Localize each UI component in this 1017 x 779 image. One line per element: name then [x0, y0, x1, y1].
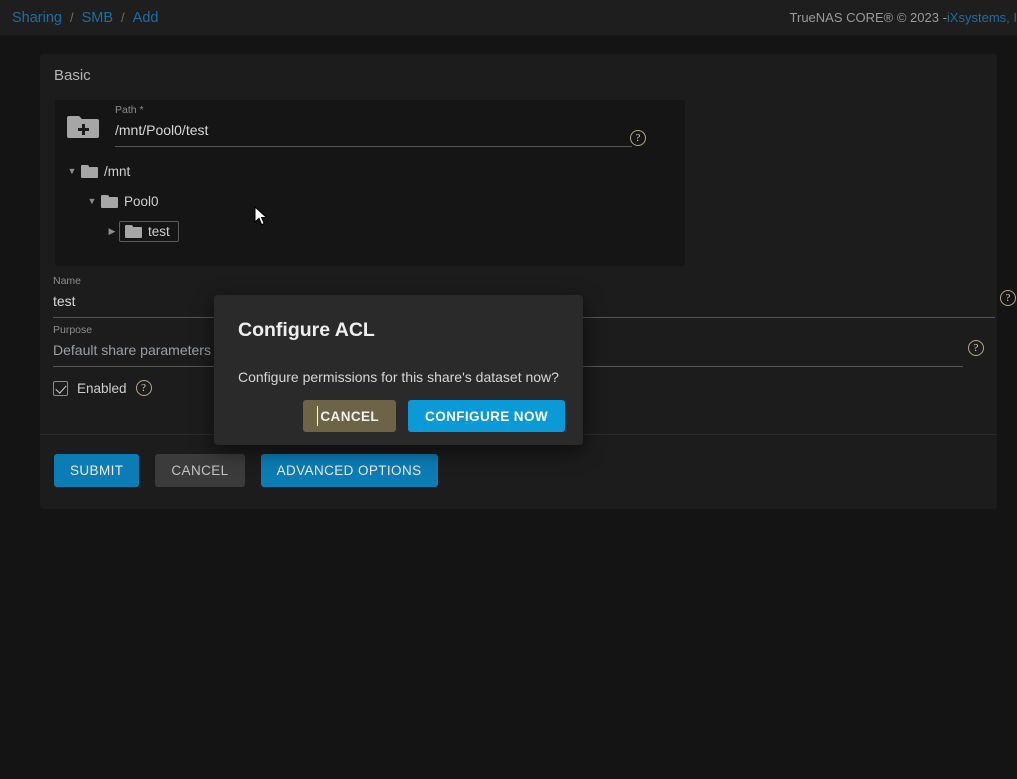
breadcrumb-item-smb[interactable]: SMB [82, 10, 113, 26]
text-caret [317, 406, 318, 426]
mouse-cursor [254, 206, 270, 233]
folder-icon [125, 225, 142, 238]
cancel-button[interactable]: CANCEL [155, 454, 244, 487]
advanced-options-button[interactable]: ADVANCED OPTIONS [261, 454, 438, 487]
directory-tree: ▼ /mnt ▼ Pool0 ▶ test [55, 159, 685, 243]
tree-node-mnt[interactable]: ▼ /mnt [55, 159, 685, 183]
path-field-label: Path * [115, 103, 632, 117]
dialog-actions: CANCEL CONFIGURE NOW [303, 400, 565, 432]
folder-icon [101, 195, 118, 208]
dialog-title: Configure ACL [238, 319, 375, 342]
tree-node-label: Pool0 [124, 194, 159, 209]
create-new-folder-icon[interactable] [67, 112, 99, 140]
path-explorer-block: Path * /mnt/Pool0/test ? ▼ /mnt ▼ Pool0 [55, 100, 685, 266]
purpose-help-icon[interactable]: ? [968, 340, 984, 356]
top-bar: Sharing / SMB / Add TrueNAS CORE® © 2023… [0, 0, 1017, 35]
submit-button[interactable]: SUBMIT [54, 454, 139, 487]
chevron-right-icon[interactable]: ▶ [105, 226, 119, 237]
path-field[interactable]: Path * /mnt/Pool0/test [115, 103, 632, 147]
copyright-vendor-link[interactable]: iXsystems, I [947, 10, 1017, 25]
folder-icon [81, 165, 98, 178]
tree-node-label: test [148, 224, 170, 239]
breadcrumb-item-sharing[interactable]: Sharing [12, 10, 62, 26]
path-field-underline [115, 146, 632, 147]
dialog-cancel-button[interactable]: CANCEL [303, 400, 396, 432]
dialog-configure-now-button[interactable]: CONFIGURE NOW [408, 400, 565, 432]
breadcrumb-separator: / [113, 10, 133, 25]
tree-node-test[interactable]: ▶ test [55, 219, 685, 243]
enabled-checkbox-label: Enabled [77, 381, 127, 396]
breadcrumb: Sharing / SMB / Add [12, 0, 158, 35]
copyright-notice: TrueNAS CORE® © 2023 - iXsystems, I [790, 0, 1017, 35]
tree-node-pool0[interactable]: ▼ Pool0 [55, 189, 685, 213]
enabled-help-icon[interactable]: ? [136, 380, 152, 396]
enabled-checkbox-row[interactable]: Enabled ? [53, 380, 152, 396]
chevron-down-icon[interactable]: ▼ [85, 196, 99, 206]
enabled-checkbox[interactable] [53, 381, 68, 396]
dialog-message: Configure permissions for this share's d… [238, 369, 559, 385]
chevron-down-icon[interactable]: ▼ [65, 166, 79, 176]
configure-acl-dialog: Configure ACL Configure permissions for … [214, 295, 583, 445]
copyright-text: TrueNAS CORE® © 2023 - [790, 10, 947, 25]
breadcrumb-item-add[interactable]: Add [133, 10, 159, 26]
tree-node-label: /mnt [104, 164, 130, 179]
path-field-value[interactable]: /mnt/Pool0/test [115, 117, 632, 140]
section-title-basic: Basic [54, 67, 91, 84]
breadcrumb-separator: / [62, 10, 82, 25]
name-field-label: Name [53, 274, 995, 288]
name-help-icon[interactable]: ? [1000, 290, 1016, 306]
dialog-cancel-label: CANCEL [320, 409, 379, 424]
form-action-buttons: SUBMIT CANCEL ADVANCED OPTIONS [54, 454, 438, 487]
path-help-icon[interactable]: ? [630, 130, 646, 146]
